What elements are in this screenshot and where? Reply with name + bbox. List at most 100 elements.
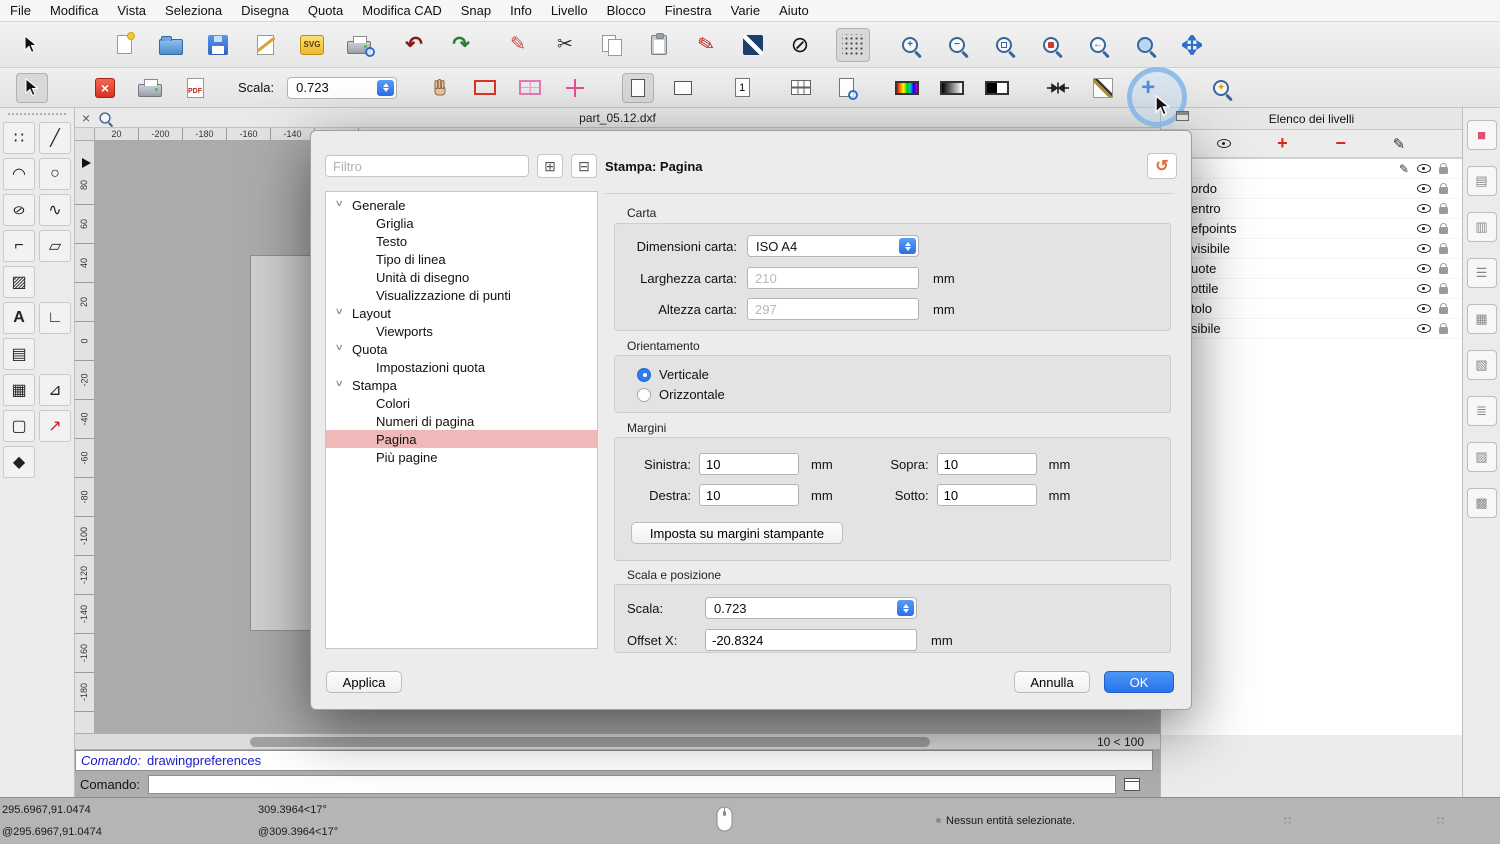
fit-margins-button[interactable] [1042,73,1074,103]
layer-row[interactable]: visibile ✎ [1161,239,1462,259]
print-button[interactable] [134,73,166,103]
expand-tree-button[interactable]: ⊞ [537,154,563,178]
tree-item[interactable]: ∨ Unità di disegno [326,268,597,286]
layer-visible-eye-icon[interactable] [1417,224,1431,233]
tree-item[interactable]: ∨ Colori [326,394,597,412]
menu-item[interactable]: Seleziona [165,3,222,18]
layer-row[interactable]: ✎ [1161,159,1462,179]
scrollbar-thumb[interactable] [250,737,930,747]
shapes-tool[interactable]: ▱ [39,230,71,262]
zoom-previous-button[interactable]: ← [1081,28,1115,62]
scripts-dock-icon[interactable]: ▨ [1467,442,1497,472]
blackwhite-button[interactable] [981,73,1013,103]
page-zoom-button[interactable] [830,73,862,103]
paper-frame-button[interactable] [469,73,501,103]
zoom-auto-button[interactable] [987,28,1021,62]
hatch-tool[interactable]: ▨ [3,266,35,298]
tree-item[interactable]: ∨ Numeri di pagina [326,412,597,430]
layer-lock-icon[interactable] [1439,327,1448,334]
tree-item[interactable]: ∨ Visualizzazione di punti [326,286,597,304]
tree-item[interactable]: ∨ Stampa [326,376,597,394]
crosshair-button[interactable]: + [1132,73,1164,103]
open-file-button[interactable] [154,28,188,62]
layer-visible-eye-icon[interactable] [1417,244,1431,253]
tree-item[interactable]: ∨ Tipo di linea [326,250,597,268]
property-editor-icon[interactable]: ■ [1467,120,1497,150]
menu-item[interactable]: Finestra [665,3,712,18]
sotto-input[interactable] [937,484,1037,506]
collapse-tree-button[interactable]: ⊟ [571,154,597,178]
menu-item[interactable]: File [10,3,31,18]
page-grid-button[interactable] [514,73,546,103]
auto-fit-zoom-button[interactable]: ✦ [1205,73,1237,103]
reset-button[interactable]: ↺ [1147,153,1177,179]
points-tool[interactable]: ∷ [3,122,35,154]
offset-x-input[interactable] [705,629,917,651]
attributes-pen-button[interactable]: ✎ [501,28,535,62]
layer-row[interactable]: sibile ✎ [1161,319,1462,339]
layer-lock-icon[interactable] [1439,287,1448,294]
layer-visible-eye-icon[interactable] [1417,284,1431,293]
tree-item[interactable]: ∨ Quota [326,340,597,358]
zoom-out-button[interactable]: − [940,28,974,62]
view-list-dock-icon[interactable]: ☰ [1467,258,1497,288]
add-layer-button[interactable]: + [1267,133,1297,155]
remove-layer-button[interactable]: − [1326,133,1356,155]
origin-crosshair-button[interactable] [559,73,591,103]
tree-item[interactable]: ∨ Impostazioni quota [326,358,597,376]
layer-row[interactable]: ordo ✎ [1161,179,1462,199]
circle-tool[interactable]: ○ [39,158,71,190]
sinistra-input[interactable] [699,453,799,475]
tree-item[interactable]: ∨ Viewports [326,322,597,340]
clipboard-dock-icon[interactable]: ▩ [1467,488,1497,518]
svg-export-button[interactable]: SVG [295,28,329,62]
grid-toggle-button[interactable] [836,28,870,62]
info-tool[interactable]: ↗ [39,410,71,442]
menu-item[interactable]: Varie [731,3,760,18]
menu-item[interactable]: Modifica CAD [362,3,441,18]
grayscale-button[interactable] [936,73,968,103]
destra-input[interactable] [699,484,799,506]
scala-combo[interactable]: 0.723 [705,597,917,619]
multi-page-button[interactable] [785,73,817,103]
tree-item[interactable]: ∨ Pagina [326,430,597,448]
edit-layer-button[interactable]: ✎ [1384,133,1414,155]
menu-item[interactable]: Aiuto [779,3,809,18]
layer-visible-eye-icon[interactable] [1417,264,1431,273]
landscape-button[interactable] [667,73,699,103]
scale-combo[interactable]: 0.723 [287,77,397,99]
menu-item[interactable]: Vista [117,3,146,18]
layer-row[interactable]: tolo ✎ [1161,299,1462,319]
layer-row[interactable]: uote ✎ [1161,259,1462,279]
line-tool[interactable]: ╱ [39,122,71,154]
pan-button[interactable] [1175,28,1209,62]
draft-mode-button[interactable] [1087,73,1119,103]
layer-lock-icon[interactable] [1439,187,1448,194]
zoom-window-button[interactable] [1128,28,1162,62]
radio-verticale[interactable] [637,368,651,382]
layer-lock-icon[interactable] [1439,227,1448,234]
layer-visible-eye-icon[interactable] [1417,204,1431,213]
filter-input[interactable] [325,155,529,177]
new-file-button[interactable] [107,28,141,62]
menu-item[interactable]: Modifica [50,3,98,18]
menu-item[interactable]: Blocco [607,3,646,18]
menu-item[interactable]: Info [510,3,532,18]
layer-lock-icon[interactable] [1439,207,1448,214]
layer-visible-eye-icon[interactable] [1417,164,1431,173]
layer-row[interactable]: ottile ✎ [1161,279,1462,299]
toggle-visibility-button[interactable] [1209,133,1239,155]
text-tool[interactable]: A [3,302,35,334]
layer-visible-eye-icon[interactable] [1417,304,1431,313]
dimensioni-carta-select[interactable]: ISO A4 [747,235,919,257]
select-tool-button[interactable] [14,28,48,62]
menu-item[interactable]: Disegna [241,3,289,18]
ellipse-style-button[interactable]: ⊘ [783,28,817,62]
polyline-tool[interactable]: ⌐ [3,230,35,262]
tree-item[interactable]: ∨ Generale [326,196,597,214]
dimension-tool[interactable]: ∟ [39,302,71,334]
save-button[interactable] [201,28,235,62]
pdf-export-button[interactable]: PDF [179,73,211,103]
panel-toggle-icon[interactable] [1124,778,1140,791]
selection-filter-dock-icon[interactable]: ▦ [1467,304,1497,334]
